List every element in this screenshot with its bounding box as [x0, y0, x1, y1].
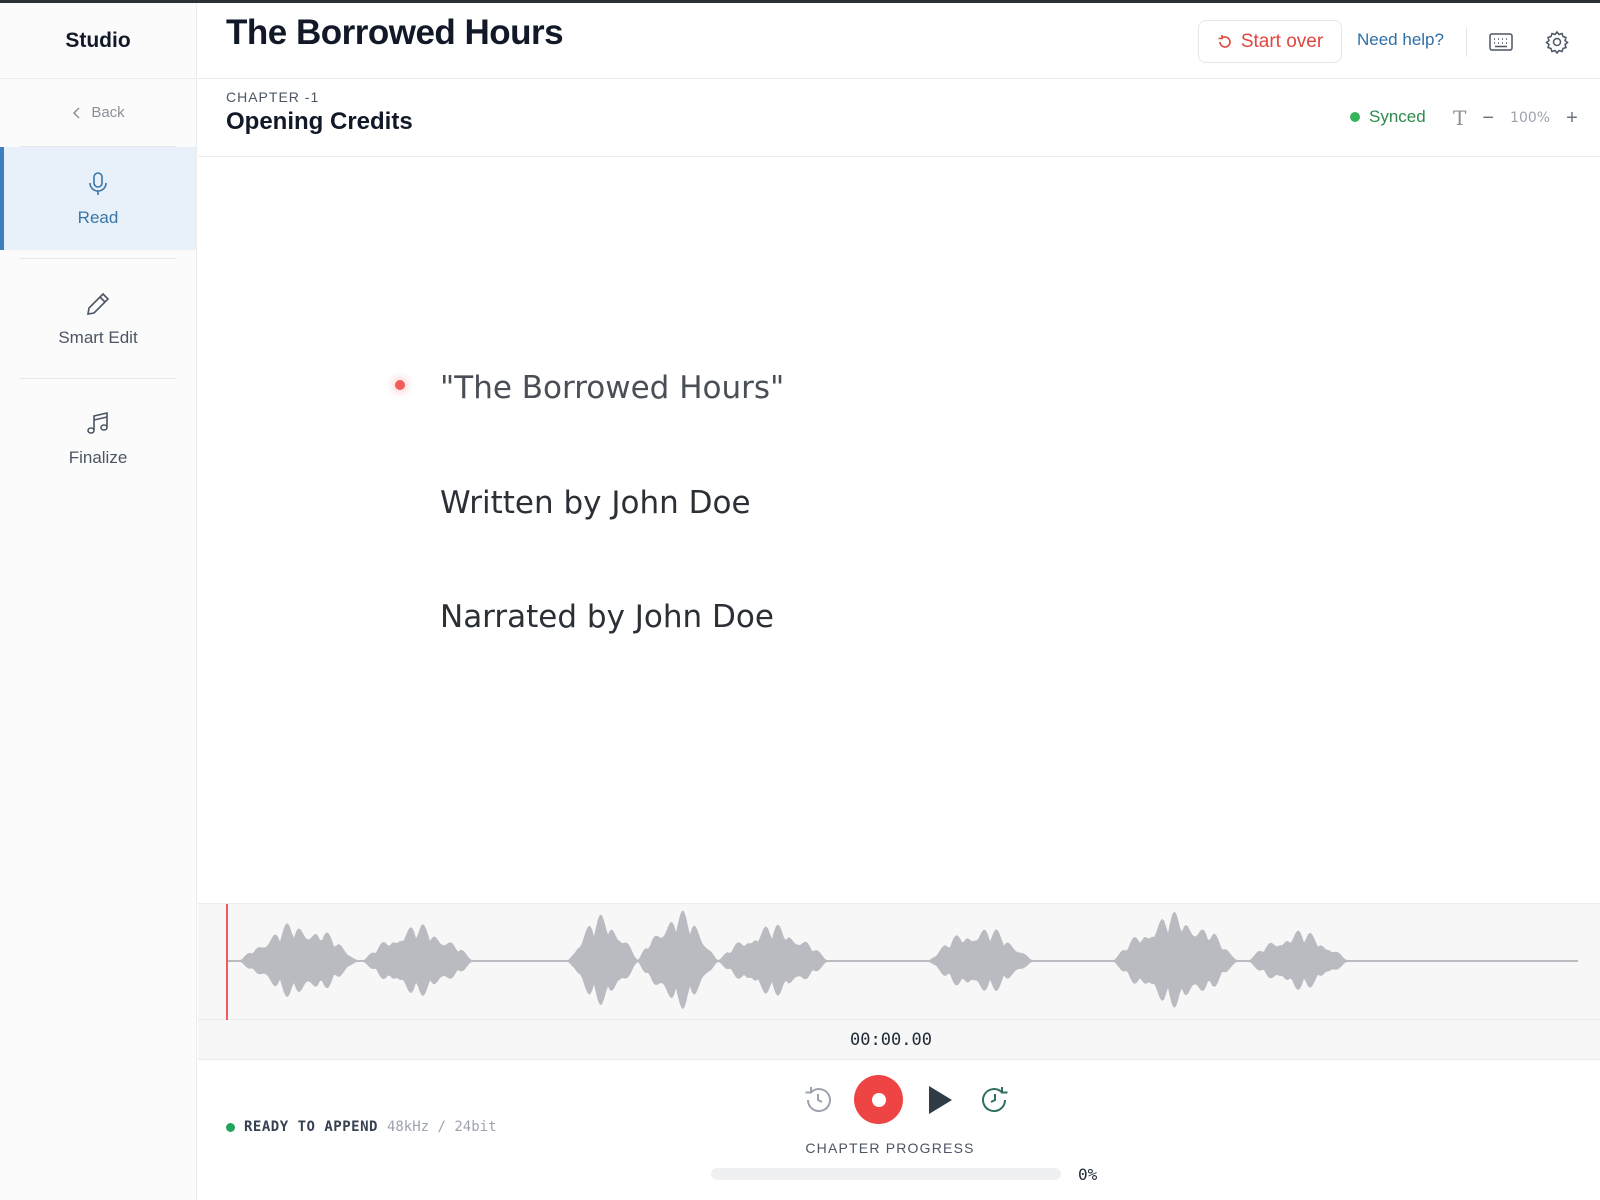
- forward-button[interactable]: [975, 1080, 1015, 1120]
- chapter-number: CHAPTER -1: [226, 89, 320, 105]
- app-header: The Borrowed Hours Start over Need help?: [198, 3, 1600, 79]
- keyboard-shortcuts-button[interactable]: [1488, 29, 1514, 55]
- status-label: READY TO APPEND: [244, 1119, 378, 1135]
- manuscript-view: "The Borrowed Hours" Written by John Doe…: [198, 158, 1600, 903]
- sidebar-item-label: Finalize: [68, 447, 128, 467]
- timecode-bar: 00:00.00: [198, 1020, 1600, 1060]
- start-over-button[interactable]: Start over: [1198, 20, 1342, 63]
- waveform-track[interactable]: [198, 903, 1600, 1021]
- chevron-left-icon: [73, 106, 80, 119]
- current-line-indicator: [395, 380, 405, 390]
- sidebar-divider: [20, 258, 176, 259]
- restart-icon: [1218, 34, 1231, 48]
- sidebar-item-finalize[interactable]: Finalize: [0, 387, 196, 490]
- play-button[interactable]: [919, 1080, 959, 1120]
- rewind-button[interactable]: [798, 1080, 838, 1120]
- text-tools: T − 100% +: [1453, 106, 1578, 130]
- rewind-icon: [805, 1086, 831, 1112]
- chapter-progress-bar: [711, 1168, 1061, 1180]
- brand-title: Studio: [0, 3, 196, 79]
- need-help-link[interactable]: Need help?: [1357, 30, 1444, 50]
- keyboard-icon: [1489, 33, 1513, 51]
- sidebar-item-read[interactable]: Read: [0, 147, 196, 250]
- forward-icon: [982, 1086, 1008, 1112]
- sidebar-item-label: Read: [77, 207, 119, 227]
- transport-controls: [798, 1075, 1015, 1124]
- sidebar-divider: [20, 378, 176, 379]
- sync-status-label: Synced: [1369, 107, 1426, 126]
- recorder-status: READY TO APPEND 48kHz / 24bit: [226, 1119, 497, 1135]
- record-icon: [871, 1092, 886, 1107]
- gear-icon: [1545, 30, 1569, 55]
- manuscript-line[interactable]: Narrated by John Doe: [440, 599, 774, 635]
- sidebar-item-label: Smart Edit: [58, 327, 138, 347]
- zoom-out-button[interactable]: −: [1482, 107, 1494, 130]
- start-over-label: Start over: [1240, 30, 1324, 52]
- record-button[interactable]: [854, 1075, 903, 1124]
- chapter-progress-percent: 0%: [1078, 1165, 1098, 1184]
- microphone-icon: [89, 171, 107, 195]
- manuscript-line[interactable]: "The Borrowed Hours": [440, 370, 784, 406]
- page-title: The Borrowed Hours: [226, 13, 564, 52]
- transport-bar: READY TO APPEND 48kHz / 24bit CHAPTER PR…: [198, 1061, 1600, 1200]
- play-icon: [929, 1085, 952, 1114]
- back-label: Back: [91, 104, 125, 121]
- pencil-icon: [87, 292, 110, 315]
- waveform: [226, 904, 1578, 1021]
- chapter-progress-label: CHAPTER PROGRESS: [805, 1140, 975, 1156]
- timecode: 00:00.00: [850, 1029, 932, 1050]
- chapter-title: Opening Credits: [226, 108, 413, 135]
- sidebar-item-smart-edit[interactable]: Smart Edit: [0, 267, 196, 370]
- back-button[interactable]: Back: [0, 79, 196, 146]
- zoom-in-button[interactable]: +: [1566, 107, 1578, 130]
- chapter-header: CHAPTER -1 Opening Credits Synced T − 10…: [198, 80, 1600, 157]
- manuscript-line[interactable]: Written by John Doe: [440, 485, 751, 521]
- settings-button[interactable]: [1544, 29, 1570, 55]
- status-dot: [226, 1122, 235, 1132]
- audio-spec: 48kHz / 24bit: [386, 1119, 497, 1135]
- sync-status-dot: [1350, 112, 1360, 122]
- sidebar: Studio Back Read Smart Edit Finalize: [0, 3, 197, 1200]
- text-size-icon[interactable]: T: [1453, 106, 1466, 130]
- music-note-icon: [87, 411, 108, 434]
- zoom-level: 100%: [1510, 110, 1551, 126]
- header-divider: [1466, 27, 1467, 57]
- sync-status: Synced: [1350, 107, 1426, 127]
